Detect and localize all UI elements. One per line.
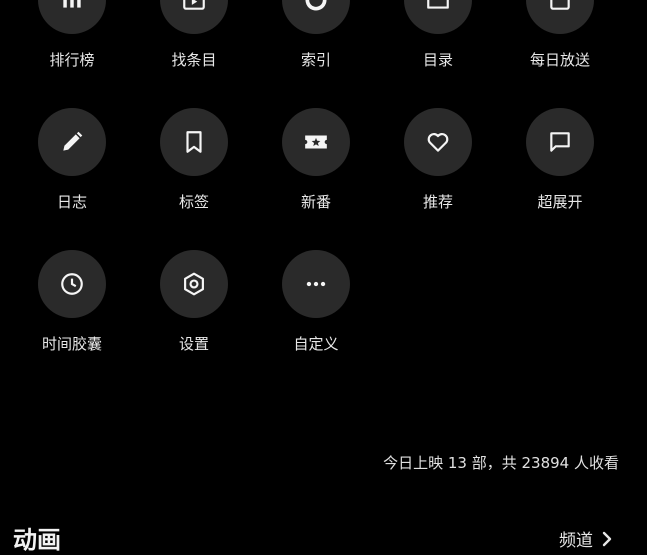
menu-item-label: 自定义 [293, 335, 339, 353]
calendar-icon [526, 0, 594, 34]
bookmark-icon [160, 108, 228, 176]
menu-item-find[interactable]: 找条目 [133, 0, 255, 108]
menu-item-label: 时间胶囊 [41, 335, 102, 353]
menu-grid: 排行榜 找条目 索引 目录 每日放送 日志 标签 新番 推荐 超展开 时间胶囊 … [11, 0, 621, 392]
hexagon-settings-icon [160, 250, 228, 318]
channel-link[interactable]: 频道 [559, 526, 613, 551]
menu-item-label: 标签 [178, 193, 209, 211]
section-title: 动画 [13, 526, 61, 554]
folder-icon [404, 0, 472, 34]
menu-item-label: 超展开 [537, 193, 583, 211]
menu-item-customize[interactable]: 自定义 [255, 250, 377, 392]
menu-item-label: 目录 [422, 51, 453, 69]
channel-link-label: 频道 [559, 531, 593, 551]
menu-item-label: 推荐 [422, 193, 453, 211]
tv-icon [160, 0, 228, 34]
ring-icon [282, 0, 350, 34]
menu-item-label: 新番 [300, 193, 331, 211]
ticket-star-icon [282, 108, 350, 176]
pencil-icon [38, 108, 106, 176]
more-dots-icon [282, 250, 350, 318]
menu-item-daily[interactable]: 每日放送 [499, 0, 621, 108]
menu-item-label: 索引 [300, 51, 331, 69]
heart-icon [404, 108, 472, 176]
menu-item-index[interactable]: 索引 [255, 0, 377, 108]
chat-bubble-icon [526, 108, 594, 176]
menu-item-label: 设置 [178, 335, 209, 353]
menu-item-timeline[interactable]: 时间胶囊 [11, 250, 133, 392]
menu-item-rakuen[interactable]: 超展开 [499, 108, 621, 250]
menu-item-settings[interactable]: 设置 [133, 250, 255, 392]
chevron-right-icon [602, 531, 612, 546]
menu-item-tags[interactable]: 标签 [133, 108, 255, 250]
clock-icon [38, 250, 106, 318]
menu-item-new-anime[interactable]: 新番 [255, 108, 377, 250]
today-stats-text: 今日上映 13 部，共 23894 人收看 [383, 454, 619, 472]
menu-item-label: 日志 [56, 193, 87, 211]
menu-item-recommend[interactable]: 推荐 [377, 108, 499, 250]
menu-item-label: 每日放送 [529, 51, 590, 69]
menu-item-blog[interactable]: 日志 [11, 108, 133, 250]
menu-item-ranking[interactable]: 排行榜 [11, 0, 133, 108]
menu-item-label: 排行榜 [49, 51, 95, 69]
menu-item-catalog[interactable]: 目录 [377, 0, 499, 108]
menu-item-label: 找条目 [171, 51, 217, 69]
bar-chart-icon [38, 0, 106, 34]
